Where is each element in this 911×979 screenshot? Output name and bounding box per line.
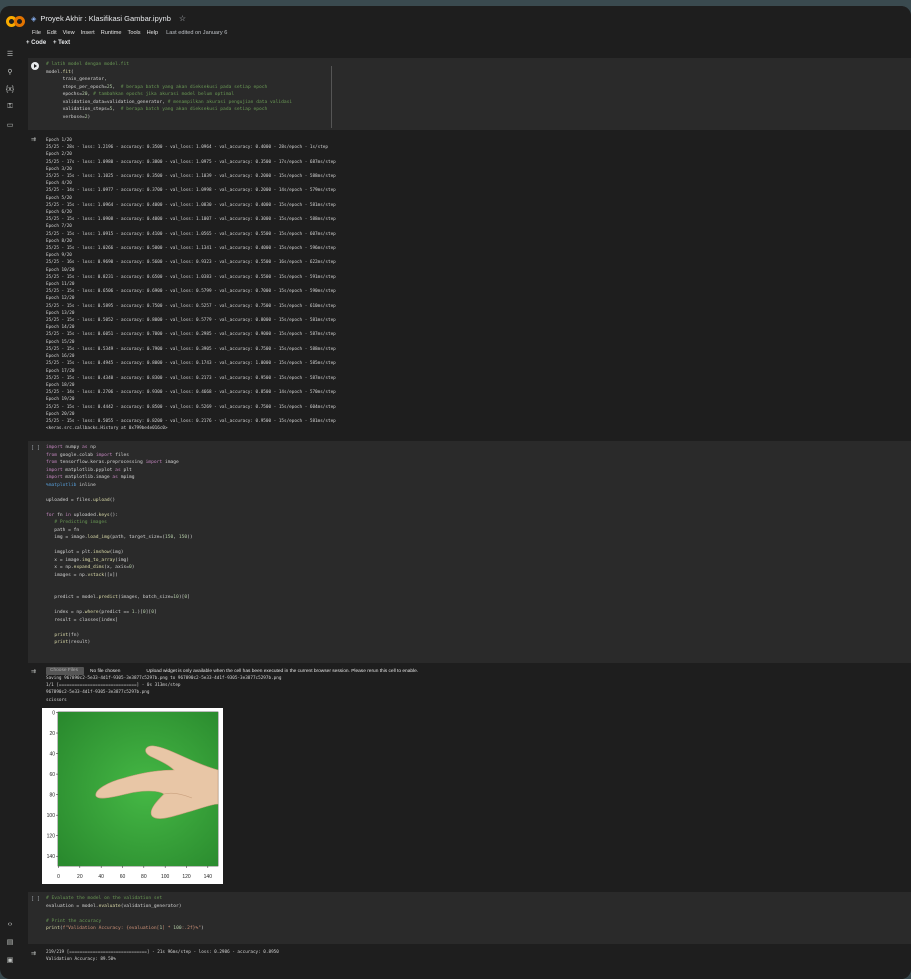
code-cell-evaluate[interactable]: [ ] # Evaluate the model on the validati… xyxy=(28,892,911,944)
x-tick-label: 0 xyxy=(57,874,60,880)
menu-edit[interactable]: Edit xyxy=(47,30,57,36)
menu-help[interactable]: Help xyxy=(147,30,159,36)
cell-code[interactable]: # latih model dengan model.fit model.fit… xyxy=(46,61,292,121)
x-tick-label: 20 xyxy=(77,874,83,880)
training-log-text: Epoch 1/20 25/25 - 28s - loss: 1.2196 - … xyxy=(46,138,336,432)
cell-execution-bracket[interactable]: [ ] xyxy=(31,896,40,902)
y-tick-label: 80 xyxy=(49,792,55,798)
title-row: ◈ Proyek Akhir : Klasifikasi Gambar.ipyn… xyxy=(31,14,186,23)
last-edited-link[interactable]: Last edited on January 6 xyxy=(166,30,227,36)
menu-runtime[interactable]: Runtime xyxy=(101,30,122,36)
code-snippets-icon[interactable]: ‹› xyxy=(5,921,15,929)
x-tick-label: 120 xyxy=(182,874,191,880)
cell-execution-bracket[interactable]: [ ] xyxy=(31,445,40,451)
add-text-button[interactable]: + Text xyxy=(53,40,70,46)
x-tick-label: 100 xyxy=(161,874,170,880)
cell-code[interactable]: # Evaluate the model on the validation s… xyxy=(46,895,204,933)
y-tick-label: 140 xyxy=(47,854,56,860)
x-tick-label: 40 xyxy=(98,874,104,880)
predict-output-text: Saving 967890c2-5e33-4d1f-9305-3e3877c52… xyxy=(46,676,282,703)
secrets-key-icon[interactable]: ⚿ xyxy=(5,103,15,111)
y-tick-label: 100 xyxy=(47,813,56,819)
image-plot: 0 20 40 60 80 100 120 140 0 20 40 60 80 100 120 140 xyxy=(42,708,223,884)
terminal-icon[interactable]: ▣ xyxy=(5,957,15,965)
evaluation-output-text: 219/219 [==============================]… xyxy=(46,950,279,963)
output-toggle-icon[interactable]: ⇉ xyxy=(31,950,36,957)
output-upload-predict: ⇉ Choose Files No file chosen Upload wid… xyxy=(28,664,911,890)
y-tick-label: 40 xyxy=(49,751,55,757)
x-tick-label: 140 xyxy=(204,874,213,880)
left-sidebar: ☰ ⚲ {x} ⚿ ▭ ‹› ▤ ▣ xyxy=(0,51,20,979)
cell-code[interactable]: import numpy as np from google.colab imp… xyxy=(46,444,193,647)
y-tick-label: 120 xyxy=(47,834,56,840)
code-ruler xyxy=(331,66,332,128)
files-folder-icon[interactable]: ▭ xyxy=(5,122,15,130)
y-tick-label: 0 xyxy=(52,710,55,716)
menu-insert[interactable]: Insert xyxy=(81,30,95,36)
choose-files-button[interactable]: Choose Files xyxy=(46,667,84,675)
y-axis-ticks: 0 20 40 60 80 100 120 140 xyxy=(47,710,58,860)
output-training-log: ⇉ Epoch 1/20 25/25 - 28s - loss: 1.2196 … xyxy=(28,132,911,432)
no-file-label: No file chosen xyxy=(90,668,121,674)
upload-note: Upload widget is only available when the… xyxy=(146,668,419,674)
star-icon[interactable]: ☆ xyxy=(179,14,186,23)
x-axis-ticks: 0 20 40 60 80 100 120 140 xyxy=(57,866,212,880)
toolbar: + Code + Text xyxy=(0,39,911,52)
command-palette-icon[interactable]: ▤ xyxy=(5,939,15,947)
search-icon[interactable]: ⚲ xyxy=(5,69,15,77)
drive-icon: ◈ xyxy=(31,15,37,23)
code-cell-model-fit[interactable]: # latih model dengan model.fit model.fit… xyxy=(28,58,911,130)
colab-logo[interactable] xyxy=(6,16,25,28)
run-cell-button[interactable] xyxy=(31,62,39,70)
output-toggle-icon[interactable]: ⇉ xyxy=(31,668,36,675)
notebook-content: # latih model dengan model.fit model.fit… xyxy=(28,58,911,979)
menu-file[interactable]: File xyxy=(32,30,41,36)
output-evaluation: ⇉ 219/219 [=============================… xyxy=(28,946,911,966)
colab-window: ◈ Proyek Akhir : Klasifikasi Gambar.ipyn… xyxy=(0,6,911,979)
variables-icon[interactable]: {x} xyxy=(5,86,15,94)
menu-view[interactable]: View xyxy=(63,30,75,36)
notebook-title[interactable]: Proyek Akhir : Klasifikasi Gambar.ipynb xyxy=(40,14,170,23)
add-code-button[interactable]: + Code xyxy=(26,40,46,46)
x-tick-label: 60 xyxy=(120,874,126,880)
code-cell-predict[interactable]: [ ] import numpy as np from google.colab… xyxy=(28,441,911,663)
menu-tools[interactable]: Tools xyxy=(128,30,141,36)
x-tick-label: 80 xyxy=(141,874,147,880)
upload-widget: Choose Files No file chosen Upload widge… xyxy=(46,667,418,675)
plot-svg: 0 20 40 60 80 100 120 140 0 20 40 60 80 100 120 140 xyxy=(47,710,219,880)
y-tick-label: 20 xyxy=(49,731,55,737)
output-toggle-icon[interactable]: ⇉ xyxy=(31,136,36,143)
table-of-contents-icon[interactable]: ☰ xyxy=(5,51,15,59)
y-tick-label: 60 xyxy=(49,772,55,778)
menu-bar: File Edit View Insert Runtime Tools Help Last e… xyxy=(32,30,227,36)
